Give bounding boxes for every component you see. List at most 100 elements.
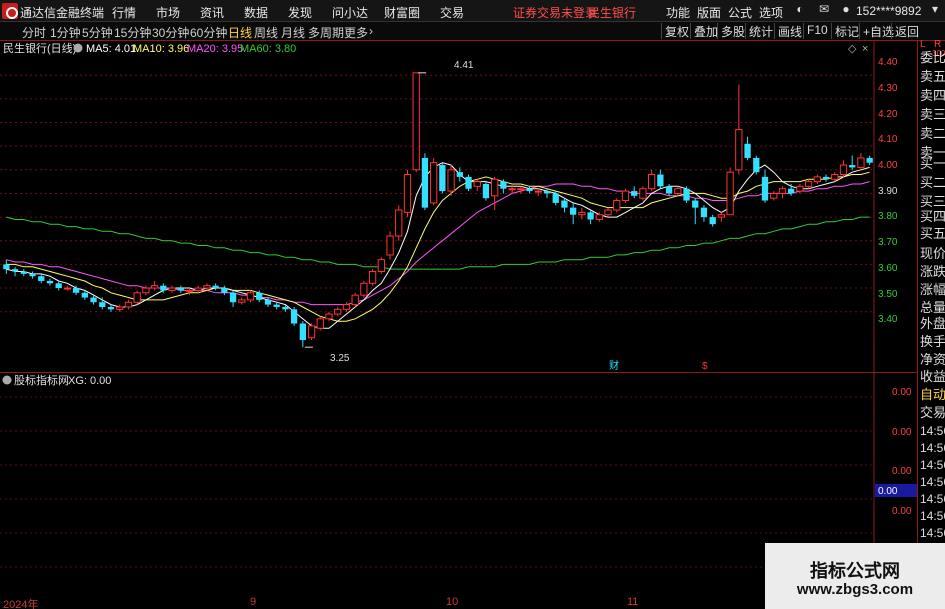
candle-body	[150, 285, 159, 289]
candle-body	[717, 214, 726, 218]
candle-body	[316, 318, 324, 329]
candle[interactable]	[368, 269, 377, 286]
tab-5min[interactable]: 5分钟	[82, 24, 113, 41]
menu-item-options[interactable]: 选项	[759, 4, 783, 21]
diamond-icon[interactable]: ◇	[848, 43, 857, 55]
close-icon[interactable]: ×	[862, 43, 868, 55]
candle[interactable]	[430, 157, 438, 206]
candle[interactable]	[307, 323, 316, 341]
candle[interactable]	[290, 306, 298, 326]
trade-login-status[interactable]: 证券交易未登录	[513, 4, 597, 21]
candle-body	[307, 325, 316, 339]
candle-body	[124, 301, 133, 308]
candle[interactable]	[639, 186, 647, 201]
candle[interactable]	[613, 198, 621, 213]
tab-60min[interactable]: 60分钟	[190, 24, 227, 41]
draw-line-button[interactable]: 画线	[774, 23, 805, 39]
candle[interactable]	[351, 292, 359, 307]
tab-30min[interactable]: 30分钟	[152, 24, 189, 41]
app-title: 通达信金融终端	[20, 6, 105, 20]
menu-item-data[interactable]: 数据	[244, 4, 268, 21]
candle-body	[203, 285, 211, 289]
menu-item-layout[interactable]: 版面	[697, 4, 721, 21]
candle-body	[788, 188, 795, 194]
candle-body	[221, 288, 228, 293]
dropdown-circle-icon[interactable]	[2, 375, 12, 385]
order-ratio-label: 委比	[920, 50, 945, 65]
user-icon[interactable]: ●	[838, 2, 854, 18]
menu-item-discover[interactable]: 发现	[288, 4, 312, 21]
multi-stock-button[interactable]: 多股	[717, 23, 748, 39]
dividend-event-marker[interactable]: $	[702, 361, 708, 372]
menu-item-functions[interactable]: 功能	[666, 4, 690, 21]
quote-side-panel: L R 300 委比 卖五 卖四 卖三 卖二 卖一 买一 买二 买三 买四 买五…	[917, 39, 945, 609]
tab-monthly[interactable]: 月线	[281, 24, 305, 41]
candle-body	[386, 235, 394, 256]
candle[interactable]	[726, 167, 734, 216]
menu-item-trade[interactable]: 交易	[440, 4, 464, 21]
price-tick: 3.80	[878, 211, 898, 222]
candle[interactable]	[753, 155, 760, 175]
tab-15min[interactable]: 15分钟	[114, 24, 151, 41]
candle-body	[683, 188, 690, 201]
candle[interactable]	[316, 316, 324, 331]
candle[interactable]	[360, 280, 368, 298]
chevron-right-icon[interactable]: ›	[369, 24, 373, 38]
candle[interactable]	[133, 290, 141, 305]
menu-item-formula[interactable]: 公式	[728, 4, 752, 21]
candle[interactable]	[621, 188, 630, 203]
menu-item-quotes[interactable]: 行情	[112, 4, 136, 21]
candle-body	[133, 292, 141, 303]
candle[interactable]	[403, 169, 412, 218]
candle-body	[299, 323, 306, 341]
watermark-title: 指标公式网	[810, 561, 900, 581]
tab-weekly[interactable]: 周线	[254, 24, 278, 41]
candle-body	[11, 269, 19, 272]
candle[interactable]	[386, 231, 394, 260]
menu-item-market[interactable]: 市场	[156, 4, 180, 21]
menu-item-wealth-circle[interactable]: 财富圈	[384, 4, 420, 21]
tab-daily[interactable]: 日线	[228, 24, 252, 41]
candle[interactable]	[447, 165, 455, 196]
candle[interactable]	[439, 162, 446, 194]
candle[interactable]	[412, 72, 420, 173]
candle-body	[831, 174, 839, 180]
back-button[interactable]: 返回	[891, 23, 922, 39]
auto-mode-tab[interactable]: 自动	[920, 384, 945, 403]
tab-more[interactable]: 更多	[344, 24, 368, 41]
candle[interactable]	[421, 153, 429, 210]
statistics-button[interactable]: 统计	[745, 23, 776, 39]
candle-body	[804, 181, 813, 187]
candle[interactable]	[377, 257, 385, 274]
candle-body	[377, 259, 385, 272]
candle-body	[403, 174, 412, 213]
price-tick: 4.40	[878, 57, 898, 68]
candle[interactable]	[482, 181, 490, 201]
candle[interactable]	[395, 205, 403, 241]
note-icon[interactable]: 标记	[831, 23, 862, 39]
message-icon[interactable]: ✉	[816, 2, 832, 18]
kline-chart[interactable]: 民生银行(日线) MA5: 4.01 MA10: 3.96 MA20: 3.95…	[0, 41, 917, 373]
candle-body	[552, 193, 559, 203]
candle-body	[770, 192, 778, 199]
account-id[interactable]: 152****9892	[856, 4, 921, 18]
dropdown-circle-icon[interactable]	[73, 43, 83, 53]
candle-body	[674, 188, 682, 194]
trade-mode-tab[interactable]: 交易	[920, 402, 945, 421]
candle-body	[657, 174, 664, 187]
tab-multi-period[interactable]: 多周期	[308, 24, 344, 41]
menu-item-news[interactable]: 资讯	[200, 4, 224, 21]
finance-event-marker[interactable]: 财	[609, 359, 619, 372]
tab-intraday[interactable]: 分时	[22, 24, 46, 41]
window-menu-icon[interactable]: ▾	[927, 2, 943, 18]
candle-body	[160, 285, 167, 291]
candle-body	[665, 186, 673, 194]
candle[interactable]	[465, 174, 472, 192]
candle-body	[81, 292, 88, 298]
f10-button[interactable]: F10	[803, 23, 831, 39]
tab-1min[interactable]: 1分钟	[50, 24, 81, 41]
adjust-button[interactable]: 复权	[661, 23, 692, 39]
candle[interactable]	[683, 186, 690, 203]
menu-item-assistant[interactable]: 问小达	[332, 4, 368, 21]
skin-icon[interactable]: ◐	[792, 2, 808, 18]
